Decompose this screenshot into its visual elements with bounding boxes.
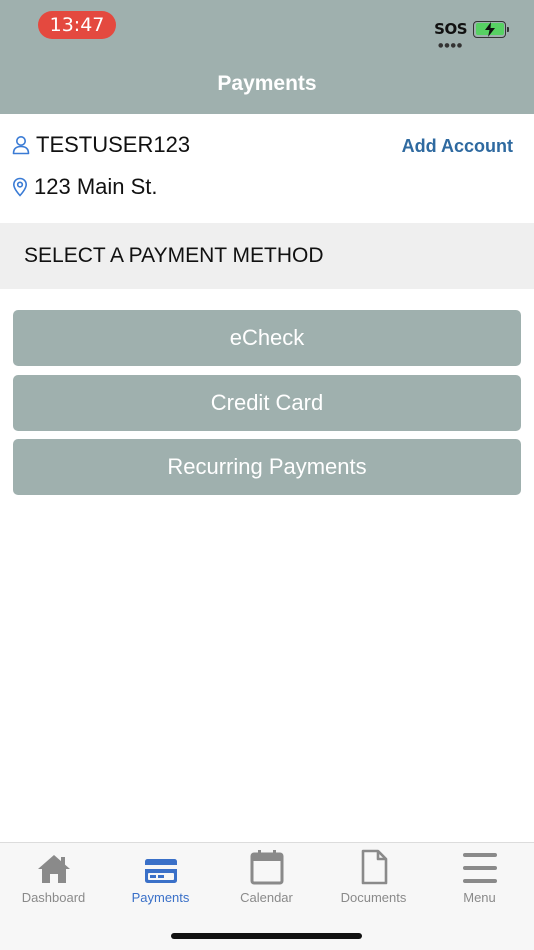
recurring-payments-button[interactable]: Recurring Payments bbox=[13, 439, 521, 495]
home-indicator[interactable] bbox=[171, 933, 362, 939]
tab-dashboard[interactable]: Dashboard bbox=[0, 849, 107, 909]
account-user-row: TESTUSER123 bbox=[12, 132, 190, 158]
location-pin-icon bbox=[12, 177, 28, 197]
calendar-icon bbox=[250, 850, 283, 885]
credit-card-button[interactable]: Credit Card bbox=[13, 375, 521, 431]
charging-bolt-icon bbox=[485, 21, 495, 37]
tab-label: Menu bbox=[463, 890, 496, 905]
tab-label: Documents bbox=[340, 890, 407, 905]
user-icon bbox=[12, 136, 30, 155]
payment-method-section-header: SELECT A PAYMENT METHOD bbox=[0, 223, 534, 289]
app-header: 13:47 SOS ●●●● Payments bbox=[0, 0, 534, 114]
account-username: TESTUSER123 bbox=[36, 132, 191, 157]
tab-label: Dashboard bbox=[21, 890, 86, 905]
add-account-link[interactable]: Add Account bbox=[402, 136, 513, 157]
tab-label: Calendar bbox=[240, 890, 293, 905]
tab-label: Payments bbox=[131, 890, 190, 905]
home-icon bbox=[37, 855, 70, 883]
document-icon bbox=[361, 849, 387, 885]
carrier-text: SOS bbox=[434, 20, 467, 38]
signal-dots-icon: ●●●● bbox=[438, 42, 464, 49]
menu-icon bbox=[462, 853, 497, 883]
tab-menu[interactable]: Menu bbox=[426, 849, 533, 909]
tab-documents[interactable]: Documents bbox=[320, 849, 427, 909]
credit-card-icon bbox=[144, 859, 177, 883]
page-title: Payments bbox=[217, 72, 317, 95]
section-title: SELECT A PAYMENT METHOD bbox=[24, 244, 324, 267]
sos-indicator: SOS ●●●● bbox=[434, 20, 467, 49]
status-indicators: SOS ●●●● bbox=[434, 18, 509, 49]
account-address: 123 Main St. bbox=[34, 174, 158, 199]
account-info: TESTUSER123 123 Main St. Add Account bbox=[0, 114, 534, 223]
account-address-row: 123 Main St. bbox=[12, 174, 158, 200]
battery-icon bbox=[473, 20, 509, 38]
tab-calendar[interactable]: Calendar bbox=[213, 849, 320, 909]
echeck-button[interactable]: eCheck bbox=[13, 310, 521, 366]
status-time: 13:47 bbox=[38, 11, 116, 39]
tab-payments[interactable]: Payments bbox=[107, 849, 214, 909]
